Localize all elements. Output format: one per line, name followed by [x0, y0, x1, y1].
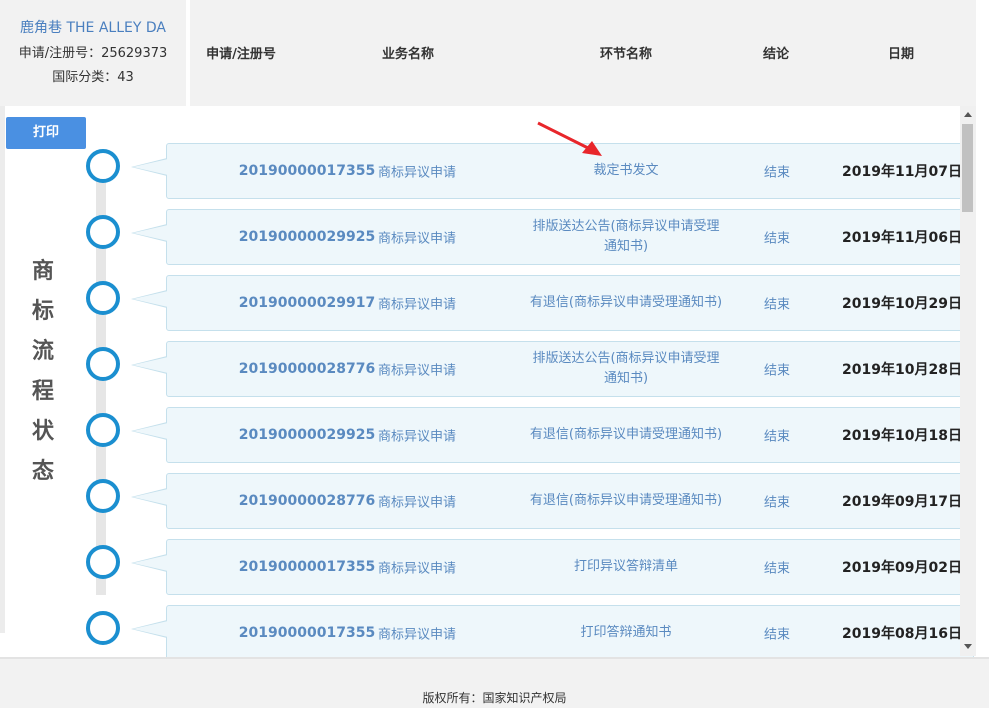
timeline-dot-icon — [86, 149, 120, 183]
timeline-row: 20190000029925 商标异议申请 有退信(商标异议申请受理通知书) 结束 20… — [131, 407, 974, 463]
timeline-dot-icon — [86, 545, 120, 579]
row-result[interactable]: 结束 — [764, 558, 790, 577]
bubble-tail-inner — [133, 225, 168, 241]
timeline-dot-icon — [86, 611, 120, 645]
row-reg-number[interactable]: 20190000017355 — [239, 559, 375, 575]
row-business[interactable]: 商标异议申请 — [378, 228, 456, 247]
process-status-title: 商 标 流 程 状 态 — [24, 252, 62, 492]
bubble-tail-inner — [133, 489, 168, 505]
page-footer: 版权所有：国家知识产权局 — [0, 657, 989, 708]
header-result: 结论 — [762, 47, 790, 62]
row-date: 2019年10月28日 — [842, 362, 962, 378]
registration-number: 申请/注册号：25629373 — [18, 46, 168, 61]
timeline-row: 20190000029917 商标异议申请 有退信(商标异议申请受理通知书) 结束 20… — [131, 275, 974, 331]
row-business[interactable]: 商标异议申请 — [378, 294, 456, 313]
header-reg-number: 申请/注册号 — [206, 47, 276, 62]
row-reg-number[interactable]: 20190000029925 — [239, 229, 375, 245]
table-header: 申请/注册号 业务名称 环节名称 结论 日期 — [190, 0, 976, 106]
international-class: 国际分类：43 — [52, 70, 134, 85]
row-result[interactable]: 结束 — [764, 360, 790, 379]
scroll-down-icon[interactable] — [964, 644, 972, 649]
row-business[interactable]: 商标异议申请 — [378, 426, 456, 445]
row-date: 2019年11月07日 — [842, 164, 962, 180]
copyright-text: 版权所有：国家知识产权局 — [422, 691, 567, 705]
row-result[interactable]: 结束 — [764, 294, 790, 313]
title-char: 状 — [31, 419, 54, 444]
row-reg-number[interactable]: 20190000017355 — [239, 625, 375, 641]
row-step[interactable]: 打印异议答辩清单 — [526, 557, 726, 577]
row-date: 2019年11月06日 — [842, 230, 962, 246]
timeline-dot-icon — [86, 215, 120, 249]
trademark-info-box: 鹿角巷 THE ALLEY DA 申请/注册号：25629373 国际分类：43 — [0, 0, 186, 106]
row-step[interactable]: 有退信(商标异议申请受理通知书) — [526, 425, 726, 445]
row-result[interactable]: 结束 — [764, 624, 790, 643]
bubble-tail-inner — [133, 621, 168, 637]
header-step: 环节名称 — [599, 47, 653, 62]
bubble-tail-inner — [133, 357, 168, 373]
title-char: 商 — [31, 259, 54, 284]
timeline-row: 20190000017355 商标异议申请 打印答辩通知书 结束 2019年08月16日 — [131, 605, 974, 661]
row-reg-number[interactable]: 20190000029925 — [239, 427, 375, 443]
row-step[interactable]: 排版送达公告(商标异议申请受理通知书) — [526, 349, 726, 389]
title-char: 程 — [31, 379, 54, 404]
red-arrow-annotation — [537, 121, 602, 156]
row-reg-number[interactable]: 20190000029917 — [239, 295, 375, 311]
row-business[interactable]: 商标异议申请 — [378, 624, 456, 643]
row-result[interactable]: 结束 — [764, 162, 790, 181]
header-date: 日期 — [887, 47, 915, 62]
row-reg-number[interactable]: 20190000028776 — [239, 493, 375, 509]
row-result[interactable]: 结束 — [764, 228, 790, 247]
row-business[interactable]: 商标异议申请 — [378, 492, 456, 511]
bubble-tail-inner — [133, 555, 168, 571]
row-result[interactable]: 结束 — [764, 426, 790, 445]
scroll-thumb[interactable] — [962, 124, 973, 212]
timeline-dot-icon — [86, 413, 120, 447]
timeline-row: 20190000017355 商标异议申请 打印异议答辩清单 结束 2019年09月02… — [131, 539, 974, 595]
row-date: 2019年09月02日 — [842, 560, 962, 576]
bubble-tail-inner — [133, 159, 168, 175]
row-date: 2019年10月29日 — [842, 296, 962, 312]
title-char: 态 — [31, 459, 54, 484]
header-business: 业务名称 — [381, 47, 435, 62]
trademark-name[interactable]: 鹿角巷 THE ALLEY DA — [0, 17, 186, 37]
row-result[interactable]: 结束 — [764, 492, 790, 511]
row-business[interactable]: 商标异议申请 — [378, 360, 456, 379]
title-char: 标 — [31, 299, 54, 324]
left-divider — [0, 106, 5, 633]
row-step[interactable]: 有退信(商标异议申请受理通知书) — [526, 491, 726, 511]
scroll-up-icon[interactable] — [964, 112, 972, 117]
row-date: 2019年09月17日 — [842, 494, 962, 510]
bubble-tail-inner — [133, 291, 168, 307]
timeline-dot-icon — [86, 479, 120, 513]
print-button[interactable]: 打印 — [6, 117, 86, 149]
row-date: 2019年10月18日 — [842, 428, 962, 444]
timeline-row: 20190000028776 商标异议申请 有退信(商标异议申请受理通知书) 结束 20… — [131, 473, 974, 529]
row-reg-number[interactable]: 20190000017355 — [239, 163, 375, 179]
row-business[interactable]: 商标异议申请 — [378, 558, 456, 577]
row-step[interactable]: 排版送达公告(商标异议申请受理通知书) — [526, 217, 726, 257]
timeline-row: 20190000029925 商标异议申请 排版送达公告(商标异议申请受理通知书) 结… — [131, 209, 974, 265]
row-business[interactable]: 商标异议申请 — [378, 162, 456, 181]
row-date: 2019年08月16日 — [842, 626, 962, 642]
row-step[interactable]: 有退信(商标异议申请受理通知书) — [526, 293, 726, 313]
row-step[interactable]: 打印答辩通知书 — [526, 623, 726, 643]
bubble-tail-inner — [133, 423, 168, 439]
timeline-dot-icon — [86, 347, 120, 381]
title-char: 流 — [31, 339, 54, 364]
row-reg-number[interactable]: 20190000028776 — [239, 361, 375, 377]
vertical-scrollbar[interactable] — [960, 106, 976, 656]
timeline-row: 20190000028776 商标异议申请 排版送达公告(商标异议申请受理通知书) 结… — [131, 341, 974, 397]
timeline-dot-icon — [86, 281, 120, 315]
row-step[interactable]: 裁定书发文 — [526, 161, 726, 181]
